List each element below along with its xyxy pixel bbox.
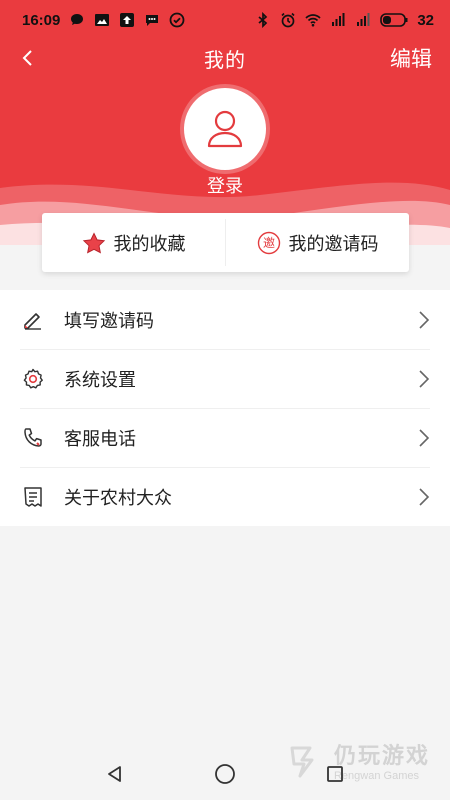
chat-bubble-icon bbox=[71, 14, 84, 25]
phone-icon bbox=[20, 425, 46, 451]
status-bar: 16:09 32 bbox=[0, 0, 450, 40]
circle-home-icon bbox=[215, 764, 235, 784]
menu-item-system-settings[interactable]: 系统设置 bbox=[0, 349, 450, 408]
menu-item-label: 系统设置 bbox=[64, 369, 136, 390]
my-favorites-label: 我的收藏 bbox=[113, 233, 186, 254]
system-navigation-bar bbox=[0, 748, 450, 800]
menu-item-label: 填写邀请码 bbox=[64, 310, 154, 331]
title-bar: 我的 编辑 bbox=[0, 40, 450, 76]
menu-item-label: 客服电话 bbox=[64, 428, 136, 449]
chevron-right-icon bbox=[419, 429, 430, 447]
chevron-left-icon bbox=[22, 50, 32, 66]
nav-recents-button[interactable] bbox=[315, 754, 355, 794]
image-icon bbox=[95, 14, 110, 26]
bluetooth-icon bbox=[258, 12, 268, 28]
profile-header: 16:09 32 我的 编辑 登录 bbox=[0, 0, 450, 245]
avatar[interactable] bbox=[184, 88, 266, 170]
chevron-right-icon bbox=[419, 311, 430, 329]
check-circle-icon bbox=[169, 12, 185, 28]
alarm-icon bbox=[281, 12, 295, 28]
edit-button[interactable]: 编辑 bbox=[390, 43, 432, 73]
chevron-right-icon bbox=[419, 488, 430, 506]
my-invite-code-button[interactable]: 邀 我的邀请码 bbox=[226, 213, 409, 272]
message-icon bbox=[146, 15, 159, 26]
back-button[interactable] bbox=[14, 44, 40, 72]
document-icon bbox=[20, 484, 46, 510]
battery-icon bbox=[380, 13, 408, 27]
nav-home-button[interactable] bbox=[205, 754, 245, 794]
my-favorites-button[interactable]: 我的收藏 bbox=[42, 213, 225, 272]
battery-level: 32 bbox=[417, 11, 434, 29]
page-title: 我的 bbox=[204, 49, 246, 72]
menu-item-enter-invite-code[interactable]: 填写邀请码 bbox=[0, 290, 450, 349]
menu-item-label: 关于农村大众 bbox=[64, 487, 172, 508]
upload-icon bbox=[120, 13, 135, 27]
wifi-icon bbox=[305, 14, 321, 27]
quick-links-card: 我的收藏 邀 我的邀请码 bbox=[42, 213, 409, 272]
gear-icon bbox=[20, 366, 46, 392]
square-recents-icon bbox=[327, 766, 343, 782]
star-icon bbox=[82, 231, 105, 254]
user-icon bbox=[207, 110, 243, 148]
invite-badge-icon: 邀 bbox=[257, 231, 280, 254]
nav-back-button[interactable] bbox=[95, 754, 135, 794]
menu-item-customer-service-phone[interactable]: 客服电话 bbox=[0, 408, 450, 467]
menu-item-about[interactable]: 关于农村大众 bbox=[0, 467, 450, 526]
pencil-icon bbox=[20, 307, 46, 333]
signal-icon bbox=[357, 13, 370, 26]
chevron-right-icon bbox=[419, 370, 430, 388]
my-invite-code-label: 我的邀请码 bbox=[288, 233, 379, 254]
login-link[interactable]: 登录 bbox=[0, 172, 450, 198]
signal-icon bbox=[332, 13, 345, 26]
triangle-back-icon bbox=[108, 766, 121, 782]
settings-menu: 填写邀请码 系统设置 客服电话 关于农村大众 bbox=[0, 290, 450, 526]
invite-badge-text: 邀 bbox=[262, 235, 274, 250]
status-time: 16:09 bbox=[22, 11, 61, 29]
